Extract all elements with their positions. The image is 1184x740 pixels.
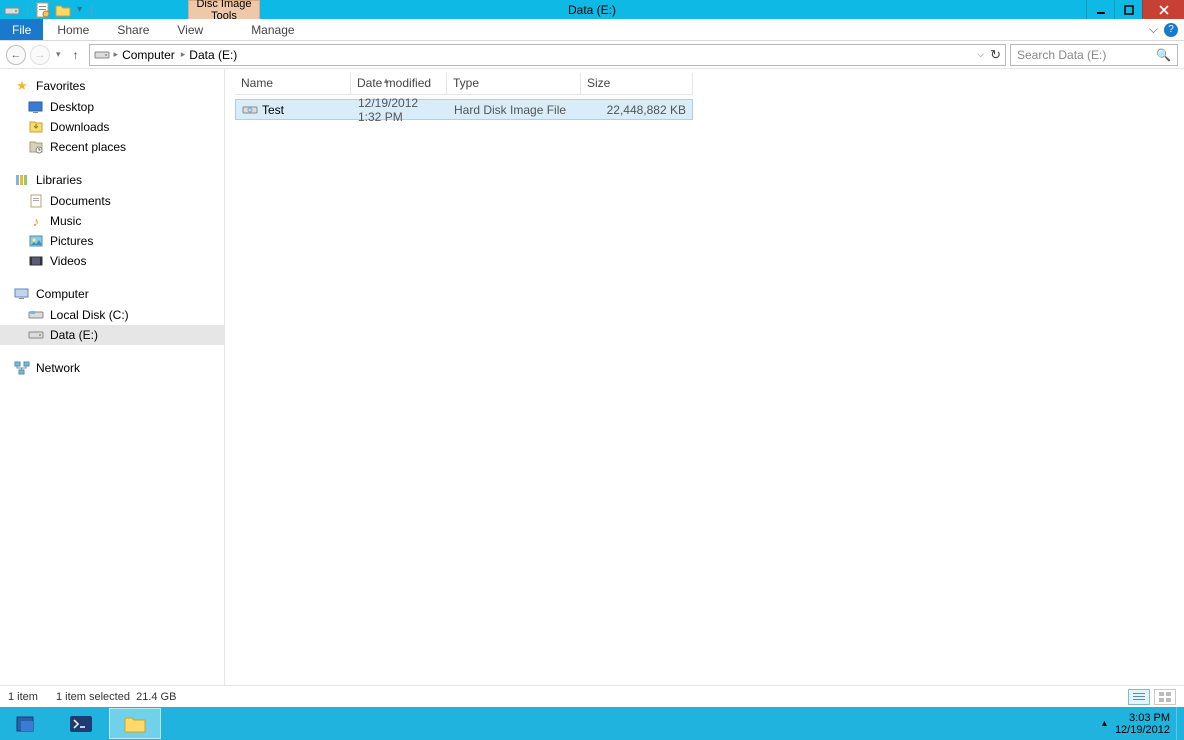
- desktop-icon: [28, 99, 44, 115]
- ribbon-tabs: File Home Share View Manage ⌵ ?: [0, 19, 1184, 41]
- file-row-selected[interactable]: Test 12/19/2012 1:32 PM Hard Disk Image …: [235, 99, 693, 120]
- chevron-right-icon[interactable]: ▸: [114, 49, 119, 60]
- up-button[interactable]: ↑: [67, 46, 85, 64]
- breadcrumb-computer[interactable]: Computer▸: [122, 48, 185, 62]
- address-bar[interactable]: ▸ Computer▸ Data (E:) ⌵ ↻: [89, 44, 1006, 66]
- column-date-modified[interactable]: Date modified: [351, 73, 447, 94]
- show-desktop-button[interactable]: [1176, 707, 1184, 740]
- nav-item-documents[interactable]: Documents: [0, 191, 224, 211]
- tray-clock[interactable]: 3:03 PM 12/19/2012: [1115, 712, 1170, 736]
- qat-dropdown-icon[interactable]: ▾: [75, 4, 84, 15]
- column-type[interactable]: Type: [447, 73, 581, 94]
- close-button[interactable]: [1142, 0, 1184, 19]
- tab-home[interactable]: Home: [43, 19, 103, 40]
- pictures-icon: [28, 233, 44, 249]
- recent-icon: [28, 139, 44, 155]
- status-item-count: 1 item: [8, 691, 38, 703]
- taskbar-explorer[interactable]: [109, 708, 161, 739]
- nav-item-data-e[interactable]: Data (E:): [0, 325, 224, 345]
- file-date-cell: 12/19/2012 1:32 PM: [352, 96, 448, 124]
- navigation-pane: ★Favorites Desktop Downloads Recent plac…: [0, 69, 225, 707]
- search-icon: 🔍: [1156, 48, 1171, 62]
- search-placeholder: Search Data (E:): [1017, 48, 1106, 62]
- back-button[interactable]: ←: [6, 45, 26, 65]
- window-title: Data (E:): [0, 3, 1184, 17]
- nav-group-computer: Computer Local Disk (C:) Data (E:): [0, 283, 224, 345]
- tab-manage[interactable]: Manage: [237, 19, 308, 40]
- nav-item-music[interactable]: ♪Music: [0, 211, 224, 231]
- taskbar-server-manager[interactable]: [1, 708, 53, 739]
- drive-icon: [94, 47, 110, 63]
- column-headers: Name Date modified Type Size: [235, 73, 693, 95]
- history-dropdown-icon[interactable]: ▾: [54, 49, 63, 60]
- network-icon: [14, 360, 30, 376]
- nav-group-libraries: Libraries Documents ♪Music Pictures Vide…: [0, 169, 224, 271]
- taskbar: ▴ 3:03 PM 12/19/2012: [0, 707, 1184, 740]
- maximize-button[interactable]: [1114, 0, 1142, 19]
- tab-file[interactable]: File: [0, 19, 43, 40]
- tray-arrow-icon[interactable]: ▴: [1102, 718, 1107, 729]
- window-buttons: [1086, 0, 1184, 19]
- nav-head-favorites[interactable]: ★Favorites: [0, 75, 224, 97]
- search-box[interactable]: Search Data (E:) 🔍: [1010, 44, 1178, 66]
- status-selection: 1 item selected 21.4 GB: [56, 691, 176, 703]
- nav-head-computer[interactable]: Computer: [0, 283, 224, 305]
- separator: |: [26, 3, 29, 17]
- nav-item-downloads[interactable]: Downloads: [0, 117, 224, 137]
- libraries-icon: [14, 172, 30, 188]
- nav-group-network: Network: [0, 357, 224, 379]
- navigation-row: ← → ▾ ↑ ▸ Computer▸ Data (E:) ⌵ ↻ Search…: [0, 41, 1184, 69]
- taskbar-powershell[interactable]: [55, 708, 107, 739]
- downloads-icon: [28, 119, 44, 135]
- documents-icon: [28, 193, 44, 209]
- file-name-cell: Test: [236, 102, 352, 118]
- tab-share[interactable]: Share: [103, 19, 163, 40]
- nav-item-desktop[interactable]: Desktop: [0, 97, 224, 117]
- help-icon[interactable]: ?: [1164, 23, 1178, 37]
- breadcrumb-current[interactable]: Data (E:): [189, 48, 237, 62]
- nav-group-favorites: ★Favorites Desktop Downloads Recent plac…: [0, 75, 224, 157]
- quick-access-toolbar: | ▾ |: [0, 2, 95, 18]
- nav-head-libraries[interactable]: Libraries: [0, 169, 224, 191]
- disc-image-icon: [242, 102, 258, 118]
- drive-icon: [28, 327, 44, 343]
- tab-view[interactable]: View: [163, 19, 217, 40]
- view-details-button[interactable]: [1128, 689, 1150, 705]
- title-bar: | ▾ | Disc Image Tools Data (E:): [0, 0, 1184, 19]
- nav-item-recent-places[interactable]: Recent places: [0, 137, 224, 157]
- nav-item-pictures[interactable]: Pictures: [0, 231, 224, 251]
- nav-item-local-disk-c[interactable]: Local Disk (C:): [0, 305, 224, 325]
- drive-icon: [4, 2, 20, 18]
- body-area: ★Favorites Desktop Downloads Recent plac…: [0, 69, 1184, 707]
- column-size[interactable]: Size: [581, 73, 693, 94]
- column-name[interactable]: Name: [235, 73, 351, 94]
- new-folder-icon[interactable]: [55, 2, 71, 18]
- address-dropdown-icon[interactable]: ⌵: [977, 49, 984, 60]
- nav-head-network[interactable]: Network: [0, 357, 224, 379]
- music-icon: ♪: [28, 213, 44, 229]
- contextual-tab-disc-image-tools[interactable]: Disc Image Tools: [188, 0, 260, 19]
- minimize-button[interactable]: [1086, 0, 1114, 19]
- computer-icon: [14, 286, 30, 302]
- separator: |: [90, 3, 93, 17]
- file-type-cell: Hard Disk Image File: [448, 103, 582, 117]
- file-size-cell: 22,448,882 KB: [582, 103, 692, 117]
- expand-ribbon-icon[interactable]: ⌵: [1149, 22, 1158, 37]
- properties-icon[interactable]: [35, 2, 51, 18]
- forward-button[interactable]: →: [30, 45, 50, 65]
- star-icon: ★: [14, 78, 30, 94]
- nav-item-videos[interactable]: Videos: [0, 251, 224, 271]
- videos-icon: [28, 253, 44, 269]
- drive-icon: [28, 307, 44, 323]
- content-pane: Name Date modified Type Size Test 12/19/…: [225, 69, 1184, 707]
- system-tray: ▴ 3:03 PM 12/19/2012: [1102, 712, 1176, 736]
- status-bar: 1 item 1 item selected 21.4 GB: [0, 685, 1184, 707]
- refresh-icon[interactable]: ↻: [990, 47, 1001, 63]
- view-large-icons-button[interactable]: [1154, 689, 1176, 705]
